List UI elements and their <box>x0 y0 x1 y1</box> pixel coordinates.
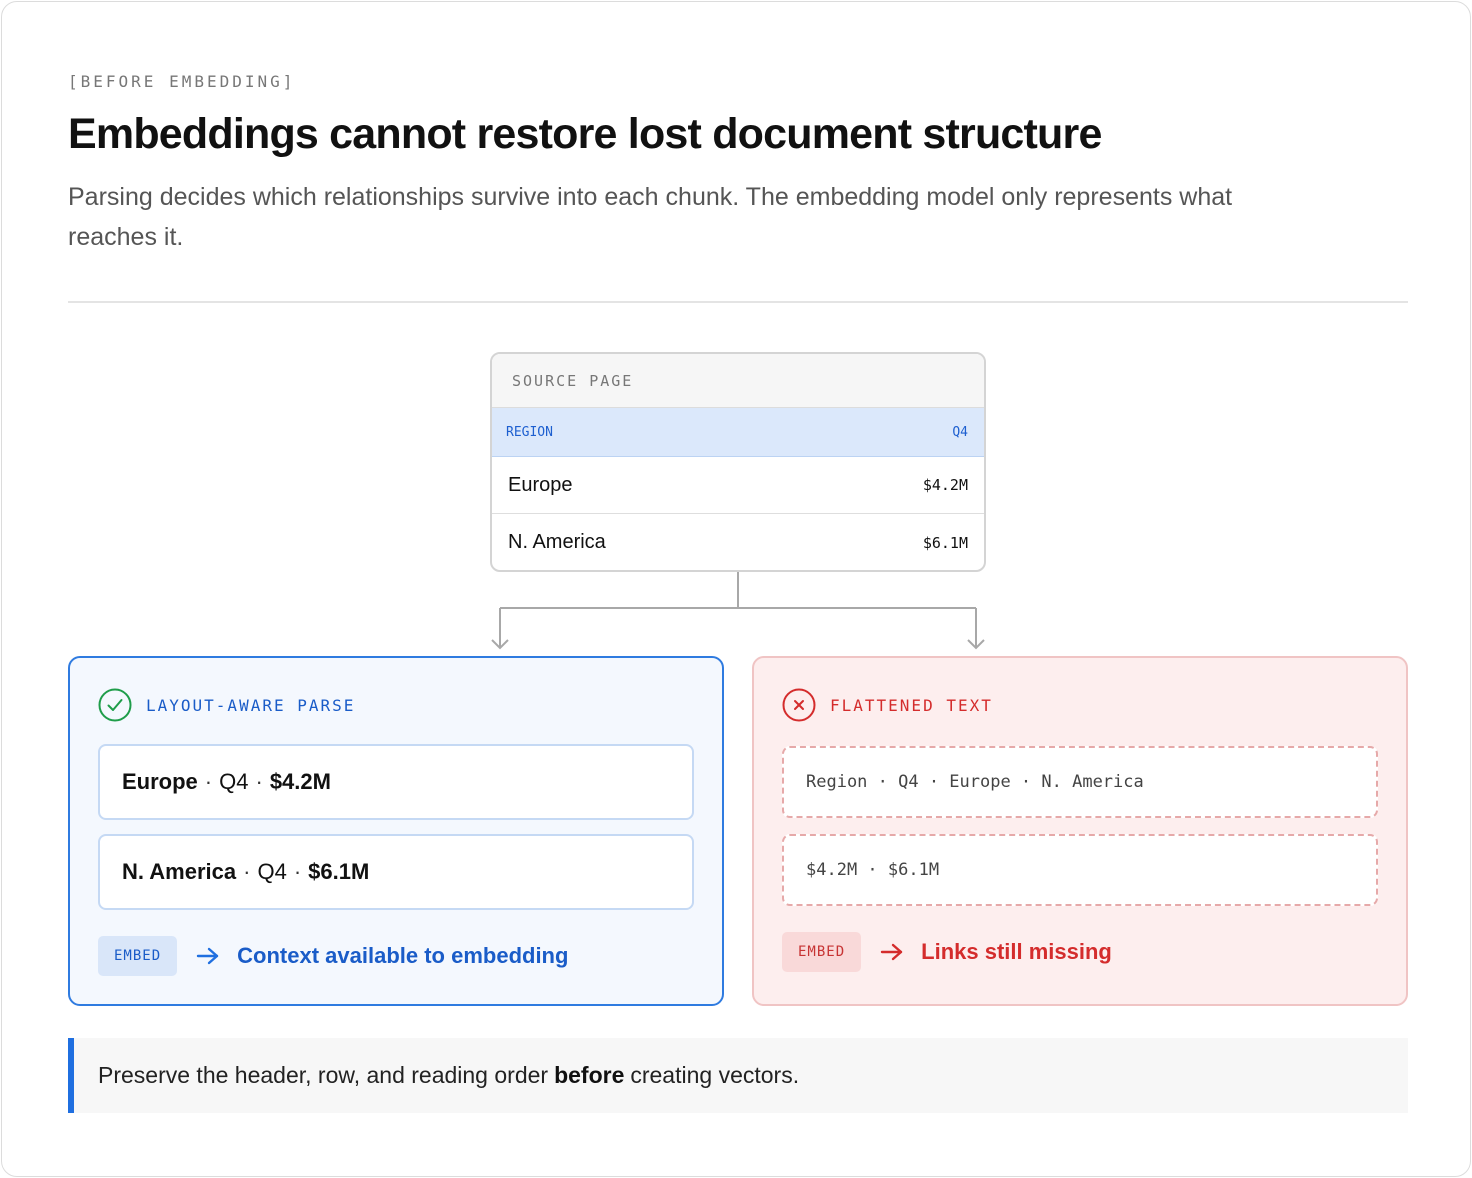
chunk-value: $6.1M <box>308 859 370 884</box>
flattened-title: FLATTENED TEXT <box>782 688 993 722</box>
chunk-quarter: Q4 <box>219 769 249 794</box>
x-circle-icon <box>782 688 816 722</box>
chunk-separator: · <box>243 859 251 884</box>
chunk-card: Region · Q4 · Europe · N. America <box>782 746 1378 818</box>
chunk-card: Europe · Q4 · $4.2M <box>98 744 694 820</box>
callout-emphasis: before <box>554 1062 625 1088</box>
embed-tag: EMBED <box>98 936 178 976</box>
chunk-value: $4.2M <box>269 769 331 794</box>
embed-result-text: Context available to embedding <box>237 943 569 968</box>
chunk-separator: · <box>204 769 213 794</box>
chunk-region: Europe <box>122 769 198 794</box>
layout-aware-label: LAYOUT-AWARE PARSE <box>146 695 356 715</box>
diagram-card: [BEFORE EMBEDDING] Embeddings cannot res… <box>1 1 1471 1177</box>
chunk-card: N. America · Q4 · $6.1M <box>98 834 694 910</box>
chunk-card: $4.2M · $6.1M <box>782 834 1378 906</box>
embed-result-row: EMBED Context available to embedding <box>98 936 568 976</box>
arrow-right-icon <box>196 947 219 965</box>
embed-result-row: EMBED Links still missing <box>782 932 1112 972</box>
callout-text-end: creating vectors. <box>630 1062 800 1088</box>
flattened-text-panel: FLATTENED TEXT Region · Q4 · Europe · N.… <box>752 656 1408 1006</box>
layout-aware-title: LAYOUT-AWARE PARSE <box>98 688 355 722</box>
branch-connector <box>491 572 985 650</box>
check-circle-icon <box>98 688 132 722</box>
embed-result-text: Links still missing <box>921 939 1112 964</box>
chunk-region: N. America <box>122 859 237 884</box>
callout-note: Preserve the header, row, and reading or… <box>68 1038 1408 1113</box>
arrow-right-icon <box>880 943 903 961</box>
flattened-label: FLATTENED TEXT <box>830 695 993 715</box>
layout-aware-panel: LAYOUT-AWARE PARSE Europe · Q4 · $4.2M N… <box>68 656 724 1006</box>
embed-tag: EMBED <box>782 932 862 972</box>
chunk-quarter: Q4 <box>257 859 287 884</box>
chunk-separator: · <box>293 859 302 884</box>
callout-text-start: Preserve the header, row, and reading or… <box>98 1062 549 1088</box>
chunk-separator: · <box>255 769 263 794</box>
